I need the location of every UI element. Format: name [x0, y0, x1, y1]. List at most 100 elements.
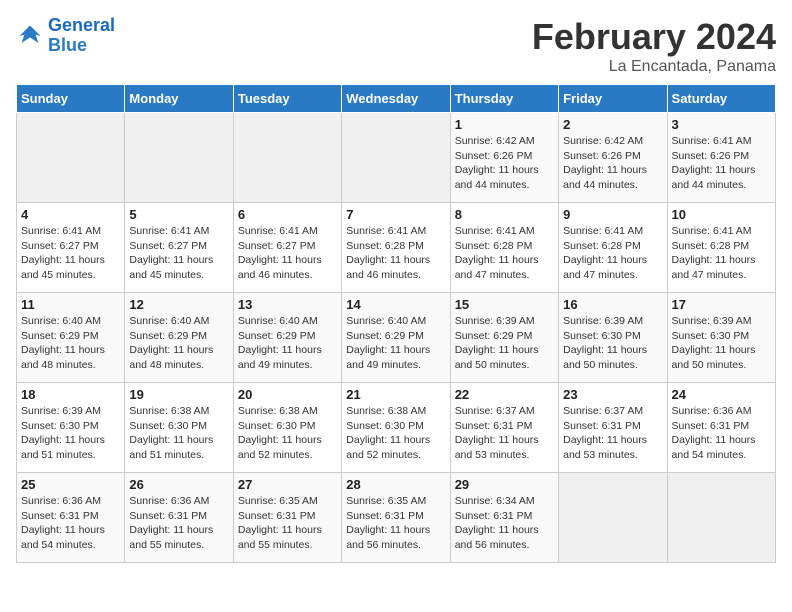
day-number: 10	[672, 207, 771, 222]
cell-3-1: 11 Sunrise: 6:40 AM Sunset: 6:29 PM Dayli…	[17, 293, 125, 383]
day-info: Sunrise: 6:40 AM Sunset: 6:29 PM Dayligh…	[238, 314, 337, 373]
day-number: 8	[455, 207, 554, 222]
day-info: Sunrise: 6:34 AM Sunset: 6:31 PM Dayligh…	[455, 494, 554, 553]
day-number: 29	[455, 477, 554, 492]
col-friday: Friday	[559, 85, 667, 113]
week-row-1: 1 Sunrise: 6:42 AM Sunset: 6:26 PM Daylig…	[17, 113, 776, 203]
day-info: Sunrise: 6:41 AM Sunset: 6:28 PM Dayligh…	[455, 224, 554, 283]
cell-1-3	[233, 113, 341, 203]
day-number: 7	[346, 207, 445, 222]
day-info: Sunrise: 6:41 AM Sunset: 6:28 PM Dayligh…	[346, 224, 445, 283]
day-info: Sunrise: 6:42 AM Sunset: 6:26 PM Dayligh…	[455, 134, 554, 193]
cell-3-4: 14Sunrise: 6:40 AM Sunset: 6:29 PM Dayli…	[342, 293, 450, 383]
cell-5-5: 29 Sunrise: 6:34 AM Sunset: 6:31 PM Dayli…	[450, 473, 558, 563]
logo-line1: General	[48, 15, 115, 35]
header: General Blue February 2024 La Encantada,…	[16, 16, 776, 76]
day-info: Sunrise: 6:36 AM Sunset: 6:31 PM Dayligh…	[672, 404, 771, 463]
cell-1-6: 2 Sunrise: 6:42 AM Sunset: 6:26 PM Daylig…	[559, 113, 667, 203]
cell-1-1	[17, 113, 125, 203]
cell-4-7: 24 Sunrise: 6:36 AM Sunset: 6:31 PM Dayli…	[667, 383, 775, 473]
day-number: 21	[346, 387, 445, 402]
cell-2-7: 10 Sunrise: 6:41 AM Sunset: 6:28 PM Dayli…	[667, 203, 775, 293]
day-info: Sunrise: 6:36 AM Sunset: 6:31 PM Dayligh…	[21, 494, 120, 553]
cell-1-5: 1 Sunrise: 6:42 AM Sunset: 6:26 PM Daylig…	[450, 113, 558, 203]
day-number: 20	[238, 387, 337, 402]
day-number: 12	[129, 297, 228, 312]
cell-4-2: 19Sunrise: 6:38 AM Sunset: 6:30 PM Dayli…	[125, 383, 233, 473]
cell-5-7	[667, 473, 775, 563]
calendar-table: Sunday Monday Tuesday Wednesday Thursday…	[16, 84, 776, 563]
cell-2-6: 9Sunrise: 6:41 AM Sunset: 6:28 PM Daylig…	[559, 203, 667, 293]
day-info: Sunrise: 6:37 AM Sunset: 6:31 PM Dayligh…	[563, 404, 662, 463]
week-row-5: 25 Sunrise: 6:36 AM Sunset: 6:31 PM Dayli…	[17, 473, 776, 563]
cell-1-2	[125, 113, 233, 203]
day-info: Sunrise: 6:35 AM Sunset: 6:31 PM Dayligh…	[238, 494, 337, 553]
cell-5-1: 25 Sunrise: 6:36 AM Sunset: 6:31 PM Dayli…	[17, 473, 125, 563]
cell-5-2: 26Sunrise: 6:36 AM Sunset: 6:31 PM Dayli…	[125, 473, 233, 563]
title-section: February 2024 La Encantada, Panama	[532, 16, 776, 76]
day-number: 23	[563, 387, 662, 402]
day-number: 9	[563, 207, 662, 222]
day-info: Sunrise: 6:41 AM Sunset: 6:28 PM Dayligh…	[672, 224, 771, 283]
day-number: 19	[129, 387, 228, 402]
day-info: Sunrise: 6:40 AM Sunset: 6:29 PM Dayligh…	[129, 314, 228, 373]
week-row-3: 11 Sunrise: 6:40 AM Sunset: 6:29 PM Dayli…	[17, 293, 776, 383]
day-info: Sunrise: 6:39 AM Sunset: 6:30 PM Dayligh…	[563, 314, 662, 373]
day-number: 14	[346, 297, 445, 312]
cell-5-4: 28Sunrise: 6:35 AM Sunset: 6:31 PM Dayli…	[342, 473, 450, 563]
cell-4-3: 20Sunrise: 6:38 AM Sunset: 6:30 PM Dayli…	[233, 383, 341, 473]
col-thursday: Thursday	[450, 85, 558, 113]
day-number: 6	[238, 207, 337, 222]
week-row-2: 4 Sunrise: 6:41 AM Sunset: 6:27 PM Daylig…	[17, 203, 776, 293]
day-info: Sunrise: 6:38 AM Sunset: 6:30 PM Dayligh…	[346, 404, 445, 463]
day-number: 3	[672, 117, 771, 132]
cell-1-4	[342, 113, 450, 203]
day-info: Sunrise: 6:39 AM Sunset: 6:30 PM Dayligh…	[672, 314, 771, 373]
day-number: 27	[238, 477, 337, 492]
day-number: 11	[21, 297, 120, 312]
week-row-4: 18Sunrise: 6:39 AM Sunset: 6:30 PM Dayli…	[17, 383, 776, 473]
col-monday: Monday	[125, 85, 233, 113]
calendar-subtitle: La Encantada, Panama	[532, 58, 776, 76]
day-number: 13	[238, 297, 337, 312]
cell-3-5: 15Sunrise: 6:39 AM Sunset: 6:29 PM Dayli…	[450, 293, 558, 383]
col-wednesday: Wednesday	[342, 85, 450, 113]
day-number: 16	[563, 297, 662, 312]
day-info: Sunrise: 6:36 AM Sunset: 6:31 PM Dayligh…	[129, 494, 228, 553]
cell-4-1: 18Sunrise: 6:39 AM Sunset: 6:30 PM Dayli…	[17, 383, 125, 473]
logo: General Blue	[16, 16, 115, 56]
cell-4-6: 23 Sunrise: 6:37 AM Sunset: 6:31 PM Dayli…	[559, 383, 667, 473]
cell-4-5: 22 Sunrise: 6:37 AM Sunset: 6:31 PM Dayli…	[450, 383, 558, 473]
day-number: 24	[672, 387, 771, 402]
cell-2-2: 5Sunrise: 6:41 AM Sunset: 6:27 PM Daylig…	[125, 203, 233, 293]
calendar-title: February 2024	[532, 16, 776, 58]
cell-5-3: 27 Sunrise: 6:35 AM Sunset: 6:31 PM Dayli…	[233, 473, 341, 563]
cell-2-3: 6 Sunrise: 6:41 AM Sunset: 6:27 PM Daylig…	[233, 203, 341, 293]
day-number: 18	[21, 387, 120, 402]
col-saturday: Saturday	[667, 85, 775, 113]
day-info: Sunrise: 6:42 AM Sunset: 6:26 PM Dayligh…	[563, 134, 662, 193]
day-info: Sunrise: 6:37 AM Sunset: 6:31 PM Dayligh…	[455, 404, 554, 463]
day-number: 17	[672, 297, 771, 312]
cell-4-4: 21 Sunrise: 6:38 AM Sunset: 6:30 PM Dayli…	[342, 383, 450, 473]
header-row: Sunday Monday Tuesday Wednesday Thursday…	[17, 85, 776, 113]
col-sunday: Sunday	[17, 85, 125, 113]
day-number: 4	[21, 207, 120, 222]
cell-1-7: 3 Sunrise: 6:41 AM Sunset: 6:26 PM Daylig…	[667, 113, 775, 203]
day-number: 2	[563, 117, 662, 132]
logo-text: General Blue	[48, 16, 115, 56]
day-number: 1	[455, 117, 554, 132]
day-info: Sunrise: 6:40 AM Sunset: 6:29 PM Dayligh…	[21, 314, 120, 373]
cell-3-2: 12 Sunrise: 6:40 AM Sunset: 6:29 PM Dayli…	[125, 293, 233, 383]
logo-line2: Blue	[48, 35, 87, 55]
day-number: 28	[346, 477, 445, 492]
cell-2-1: 4Sunrise: 6:41 AM Sunset: 6:27 PM Daylig…	[17, 203, 125, 293]
day-info: Sunrise: 6:41 AM Sunset: 6:27 PM Dayligh…	[238, 224, 337, 283]
col-tuesday: Tuesday	[233, 85, 341, 113]
day-number: 5	[129, 207, 228, 222]
day-info: Sunrise: 6:41 AM Sunset: 6:26 PM Dayligh…	[672, 134, 771, 193]
day-number: 22	[455, 387, 554, 402]
calendar-body: 1 Sunrise: 6:42 AM Sunset: 6:26 PM Daylig…	[17, 113, 776, 563]
cell-3-6: 16 Sunrise: 6:39 AM Sunset: 6:30 PM Dayli…	[559, 293, 667, 383]
day-number: 25	[21, 477, 120, 492]
